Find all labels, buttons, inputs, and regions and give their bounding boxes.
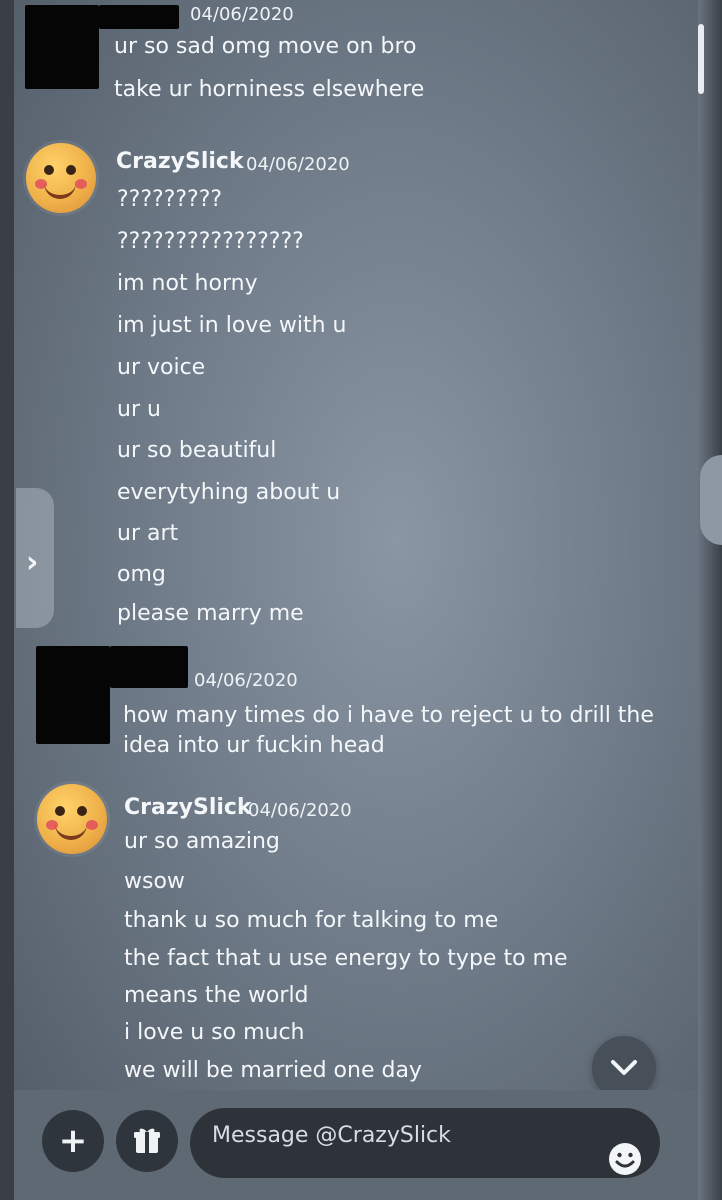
chat-screen: › 04/06/2020 ur so sad omg move on bro t… — [0, 0, 722, 1200]
message-line: the fact that u use energy to type to me — [124, 946, 568, 971]
emoji-icon[interactable] — [606, 1140, 644, 1178]
message-line: everytyhing about u — [117, 480, 341, 505]
message-placeholder: Message @CrazySlick — [212, 1123, 451, 1148]
plus-icon: + — [58, 1121, 88, 1161]
avatar[interactable] — [26, 143, 96, 213]
redacted-avatar — [36, 646, 110, 744]
message-timestamp: 04/06/2020 — [190, 4, 294, 25]
message-line: how many times do i have to reject u to … — [123, 703, 654, 728]
message-timestamp: 04/06/2020 — [246, 154, 350, 175]
left-edge-bar — [0, 0, 14, 1200]
message-line: thank u so much for talking to me — [124, 908, 499, 933]
avatar-cheek — [86, 820, 98, 830]
message-line: ur art — [117, 521, 179, 546]
message-line: ur so beautiful — [117, 438, 277, 463]
message-line: ????????? — [117, 187, 223, 212]
gift-button[interactable] — [116, 1110, 178, 1172]
right-edge-bar — [698, 0, 722, 1200]
message-line: ur voice — [117, 355, 206, 380]
avatar-mouth — [55, 824, 87, 840]
gift-icon — [134, 1128, 160, 1153]
add-attachment-button[interactable]: + — [42, 1110, 104, 1172]
avatar-eye — [44, 165, 54, 175]
message-timestamp: 04/06/2020 — [194, 670, 298, 691]
redacted-username — [99, 5, 179, 29]
redacted-avatar — [25, 5, 99, 89]
avatar-eye — [55, 806, 65, 816]
avatar-cheek — [75, 179, 87, 189]
avatar[interactable] — [37, 784, 107, 854]
message-line: ???????????????? — [117, 229, 304, 254]
message-line: omg — [117, 562, 166, 587]
message-line: ur so sad omg move on bro — [114, 34, 417, 59]
message-line: ur u — [117, 397, 161, 422]
redacted-username — [110, 646, 188, 688]
message-line: idea into ur fuckin head — [123, 733, 385, 758]
message-line: im just in love with u — [117, 313, 347, 338]
author-name[interactable]: CrazySlick — [116, 149, 244, 174]
side-handle[interactable] — [700, 455, 722, 545]
avatar-mouth — [44, 183, 76, 199]
chevron-down-icon — [611, 1060, 637, 1075]
message-line: take ur horniness elsewhere — [114, 77, 425, 102]
message-line: ur so amazing — [124, 829, 280, 854]
message-line: means the world — [124, 983, 309, 1008]
message-line: im not horny — [117, 271, 258, 296]
message-line: please marry me — [117, 601, 304, 626]
scrollbar-thumb[interactable] — [698, 24, 704, 94]
message-line: wsow — [124, 869, 185, 894]
message-timestamp: 04/06/2020 — [248, 800, 352, 821]
avatar-eye — [77, 806, 87, 816]
message-line: i love u so much — [124, 1020, 305, 1045]
author-name[interactable]: CrazySlick — [124, 795, 252, 820]
chevron-right-icon[interactable]: › — [26, 548, 38, 578]
message-line: we will be married one day — [124, 1058, 422, 1083]
avatar-eye — [66, 165, 76, 175]
